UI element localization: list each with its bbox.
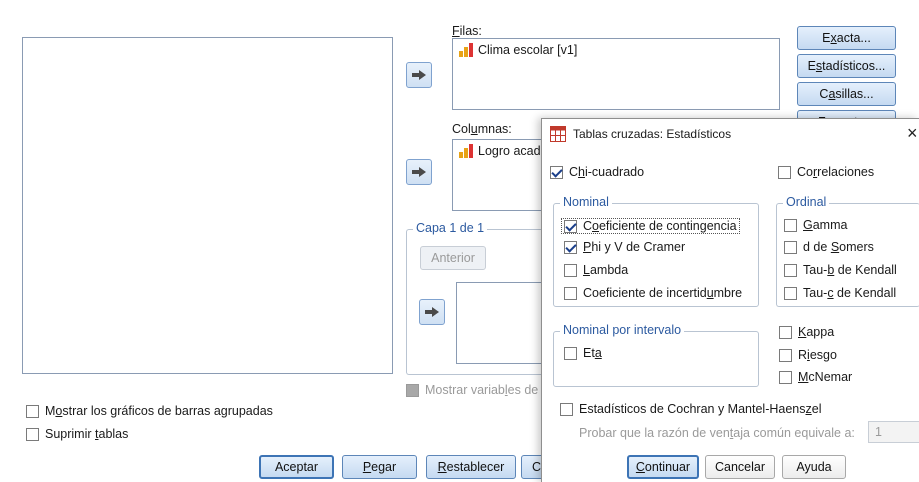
paste-button[interactable]: Pegar (342, 455, 417, 479)
previous-layer-button[interactable]: Anterior (420, 246, 486, 270)
nominal-by-interval-title: Nominal por intervalo (560, 323, 685, 337)
uncertainty-coefficient-checkbox[interactable] (564, 286, 577, 300)
gamma-option[interactable]: Gamma (784, 218, 847, 232)
columns-list[interactable]: Logro acad (452, 139, 552, 211)
help-button[interactable]: Ayuda (782, 455, 846, 479)
statistics-button[interactable]: Estadísticos... (797, 54, 896, 78)
show-layer-variables-checkbox[interactable] (406, 383, 419, 397)
kendall-tau-b-option[interactable]: Tau-b de Kendall (784, 263, 897, 277)
lambda-option[interactable]: Lambda (564, 263, 628, 277)
move-to-layer-button[interactable] (419, 299, 445, 325)
right-arrow-icon (425, 307, 439, 317)
contingency-coefficient-option[interactable]: Coeficiente de contingencia (561, 218, 740, 234)
layer-list[interactable] (456, 282, 552, 364)
risk-option[interactable]: Riesgo (779, 348, 837, 362)
kendall-tau-b-checkbox[interactable] (784, 263, 797, 277)
crosstabs-app-icon (550, 126, 566, 142)
contingency-coefficient-checkbox[interactable] (564, 219, 577, 233)
somers-d-checkbox[interactable] (784, 240, 797, 254)
right-arrow-icon (412, 70, 426, 80)
dialog-title: Tablas cruzadas: Estadísticos (573, 127, 732, 141)
statistics-dialog: Tablas cruzadas: Estadísticos × Chi-cuad… (541, 118, 919, 482)
gamma-checkbox[interactable] (784, 218, 797, 232)
mcnemar-checkbox[interactable] (779, 370, 792, 384)
risk-checkbox[interactable] (779, 348, 792, 362)
odds-ratio-input[interactable]: 1 (868, 421, 919, 443)
mcnemar-option[interactable]: McNemar (779, 370, 852, 384)
ordinal-variable-icon (458, 144, 474, 158)
close-icon[interactable]: × (907, 123, 918, 144)
correlations-option[interactable]: Correlaciones (778, 165, 874, 179)
rows-label: Filas: (452, 24, 482, 38)
phi-cramer-option[interactable]: Phi y V de Cramer (564, 240, 685, 254)
ordinal-variable-icon (458, 43, 474, 57)
show-layer-variables-option[interactable]: Mostrar variables de (406, 383, 538, 397)
kendall-tau-c-option[interactable]: Tau-c de Kendall (784, 286, 896, 300)
kappa-checkbox[interactable] (779, 325, 792, 339)
kendall-tau-c-checkbox[interactable] (784, 286, 797, 300)
rows-item[interactable]: Clima escolar [v1] (458, 43, 577, 57)
exact-button[interactable]: Exacta... (797, 26, 896, 50)
clustered-bar-charts-checkbox[interactable] (26, 404, 39, 418)
cochran-mantel-haenszel-option[interactable]: Estadísticos de Cochran y Mantel-Haensze… (560, 402, 821, 416)
nominal-group-title: Nominal (560, 195, 612, 209)
dialog-cancel-button[interactable]: Cancelar (705, 455, 775, 479)
ordinal-group-title: Ordinal (783, 195, 830, 209)
eta-option[interactable]: Eta (564, 346, 602, 360)
right-arrow-icon (412, 167, 426, 177)
layer-label: Capa 1 de 1 (413, 221, 488, 235)
source-variable-list[interactable] (22, 37, 393, 374)
odds-ratio-label: Probar que la razón de ventaja común equ… (579, 426, 855, 440)
columns-item[interactable]: Logro acad (458, 144, 541, 158)
continue-button[interactable]: Continuar (627, 455, 699, 479)
eta-checkbox[interactable] (564, 346, 577, 360)
move-to-columns-button[interactable] (406, 159, 432, 185)
cells-button[interactable]: Casillas... (797, 82, 896, 106)
cochran-mantel-haenszel-checkbox[interactable] (560, 402, 573, 416)
rows-list[interactable]: Clima escolar [v1] (452, 38, 780, 110)
columns-label: Columnas: (452, 122, 512, 136)
move-to-rows-button[interactable] (406, 62, 432, 88)
lambda-checkbox[interactable] (564, 263, 577, 277)
chi-square-option[interactable]: Chi-cuadrado (550, 165, 644, 179)
somers-d-option[interactable]: d de Somers (784, 240, 874, 254)
ok-button[interactable]: Aceptar (259, 455, 334, 479)
dialog-title-bar[interactable]: Tablas cruzadas: Estadísticos × (542, 119, 919, 149)
uncertainty-coefficient-option[interactable]: Coeficiente de incertidumbre (564, 286, 742, 300)
chi-square-checkbox[interactable] (550, 165, 563, 179)
correlations-checkbox[interactable] (778, 165, 791, 179)
suppress-tables-checkbox[interactable] (26, 427, 39, 441)
suppress-tables-option[interactable]: Suprimir tablas (26, 427, 128, 441)
kappa-option[interactable]: Kappa (779, 325, 834, 339)
reset-button[interactable]: Restablecer (426, 455, 516, 479)
phi-cramer-checkbox[interactable] (564, 240, 577, 254)
clustered-bar-charts-option[interactable]: Mostrar los gráficos de barras agrupadas (26, 404, 273, 418)
